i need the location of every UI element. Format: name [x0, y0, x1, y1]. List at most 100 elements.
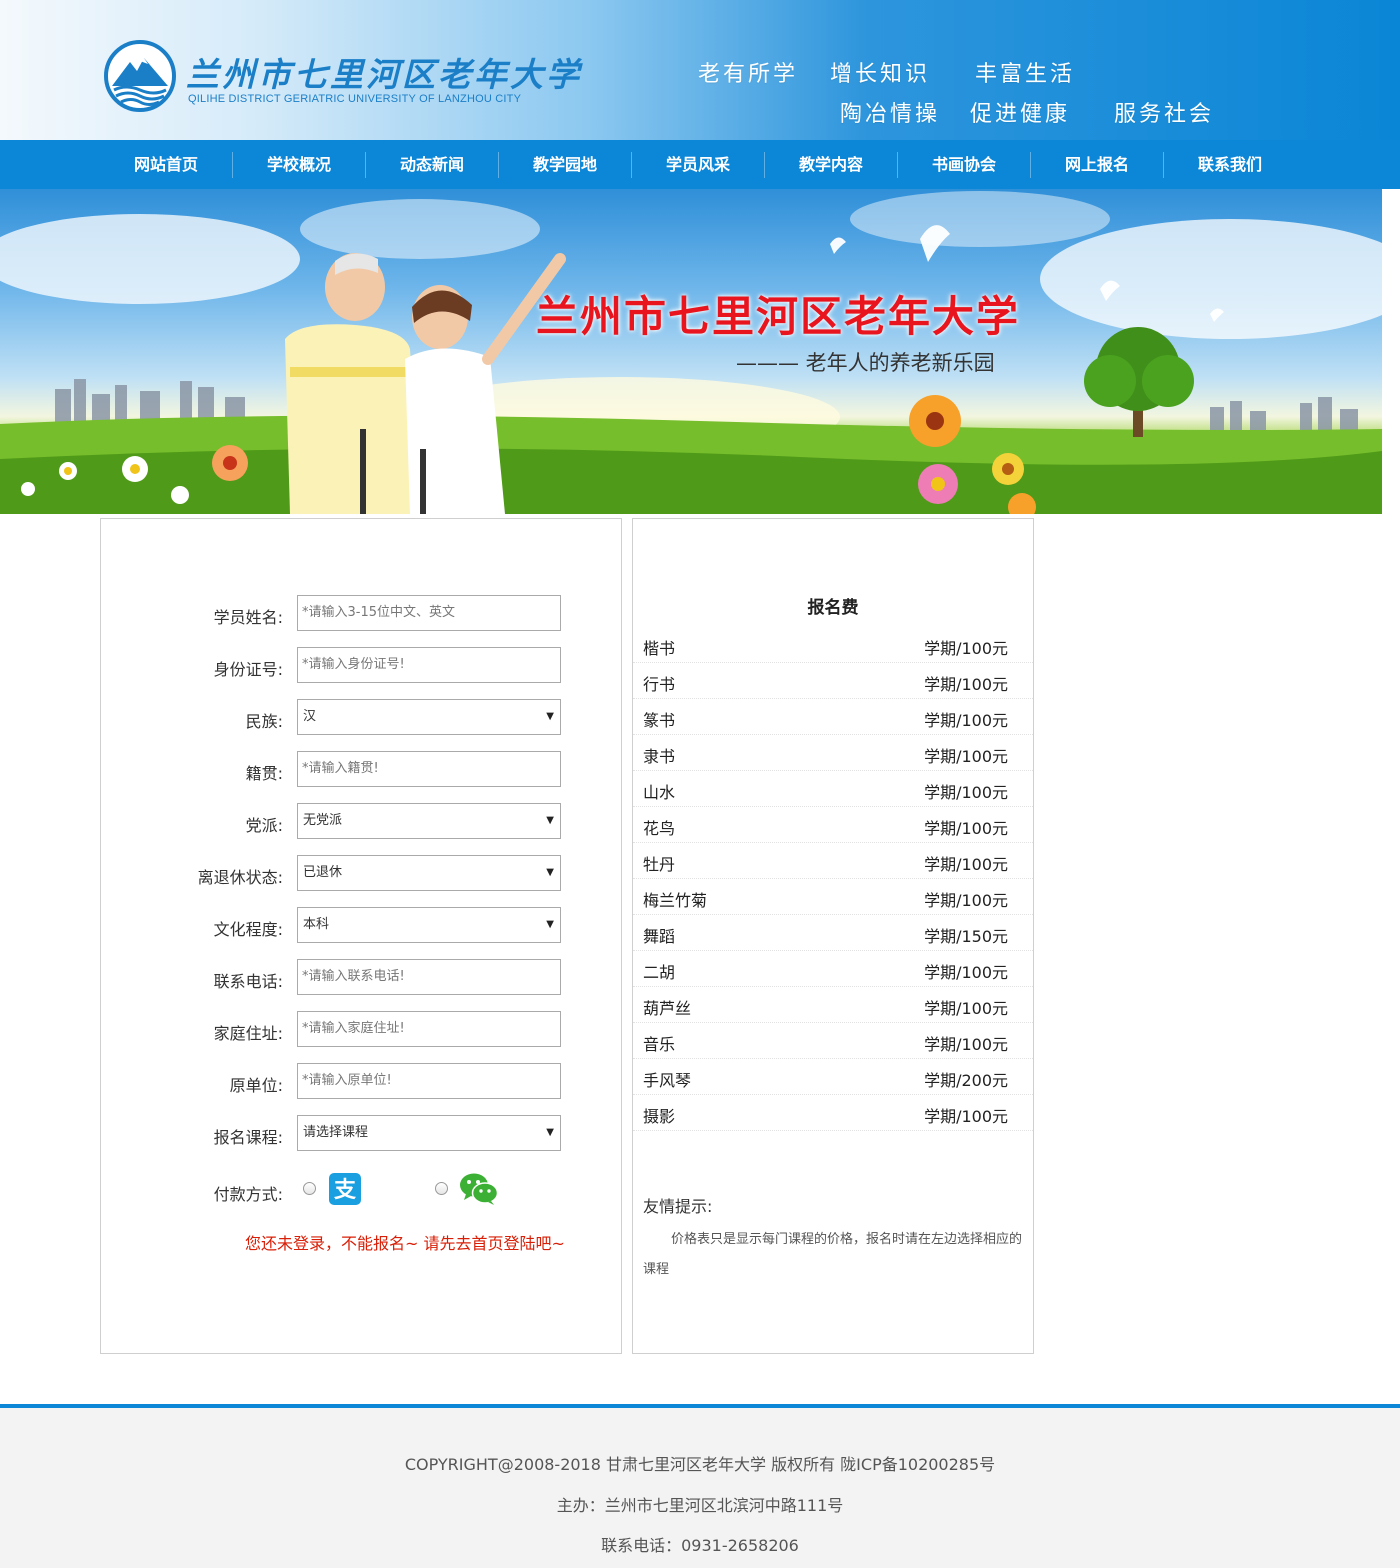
footer-phone: 联系电话：0931-2658206 [601, 1536, 799, 1555]
party-value: 无党派 [303, 813, 343, 828]
fee-row: 花鸟 学期/100元 [633, 807, 1033, 843]
nav-divider [365, 152, 366, 178]
student-name-input[interactable]: *请输入3-15位中文、英文 [297, 595, 561, 631]
native-place-label: 籍贯: [245, 764, 283, 783]
party-label: 党派: [245, 816, 283, 835]
footer-address: 主办：兰州市七里河区北滨河中路111号 [556, 1496, 844, 1515]
fee-course-name: 梅兰竹菊 [643, 891, 708, 910]
education-select[interactable]: 本科 ▼ [297, 907, 561, 943]
slogan-5: 促进健康 [970, 102, 1071, 127]
fee-row: 摄影 学期/100元 [633, 1095, 1033, 1131]
svg-text:支: 支 [334, 1178, 357, 1203]
school-emblem-icon [104, 40, 176, 112]
wechat-pay-icon[interactable] [459, 1172, 499, 1206]
nav-divider [1030, 152, 1031, 178]
fee-course-name: 二胡 [643, 963, 676, 982]
fee-row: 楷书 学期/100元 [633, 627, 1033, 663]
fee-price: 学期/100元 [924, 747, 1008, 766]
fee-course-name: 葫芦丝 [643, 999, 692, 1018]
alipay-radio[interactable] [303, 1182, 316, 1195]
slogan-1: 老有所学 [698, 62, 799, 87]
phone-label: 联系电话: [213, 972, 283, 991]
fee-title: 报名费 [807, 598, 859, 618]
fee-row: 二胡 学期/100元 [633, 951, 1033, 987]
address-input[interactable]: *请输入家庭住址! [297, 1011, 561, 1047]
fee-row: 梅兰竹菊 学期/100元 [633, 879, 1033, 915]
party-select[interactable]: 无党派 ▼ [297, 803, 561, 839]
logo-subtitle: QILIHE DISTRICT GERIATRIC UNIVERSITY OF … [188, 93, 522, 105]
ethnicity-label: 民族: [245, 712, 283, 731]
fee-price: 学期/100元 [924, 1107, 1008, 1126]
fee-course-name: 牡丹 [643, 855, 676, 874]
fee-course-name: 手风琴 [643, 1071, 692, 1090]
nav-calligraphy-assoc[interactable]: 书画协会 [904, 140, 1024, 189]
hero-banner: 兰州市七里河区老年大学 ——— 老年人的养老新乐园 [0, 189, 1382, 514]
slogan-4: 陶冶情操 [840, 102, 941, 127]
fee-price: 学期/100元 [924, 675, 1008, 694]
fee-price: 学期/100元 [924, 1035, 1008, 1054]
fee-price: 学期/200元 [924, 1071, 1008, 1090]
retirement-select[interactable]: 已退休 ▼ [297, 855, 561, 891]
nav-contact[interactable]: 联系我们 [1170, 140, 1290, 189]
fee-price: 学期/100元 [924, 855, 1008, 874]
chevron-down-icon: ▼ [546, 919, 554, 930]
fee-course-name: 隶书 [643, 747, 676, 766]
fee-course-name: 摄影 [643, 1107, 676, 1126]
fee-row: 舞蹈 学期/150元 [633, 915, 1033, 951]
nav-divider [232, 152, 233, 178]
nav-news[interactable]: 动态新闻 [372, 140, 492, 189]
login-warning: 您还未登录，不能报名~ 请先去首页登陆吧~ [245, 1234, 565, 1253]
ethnicity-select[interactable]: 汉 ▼ [297, 699, 561, 735]
fee-row: 篆书 学期/100元 [633, 699, 1033, 735]
address-label: 家庭住址: [213, 1024, 283, 1043]
fee-row: 隶书 学期/100元 [633, 735, 1033, 771]
nav-online-registration[interactable]: 网上报名 [1037, 140, 1157, 189]
education-label: 文化程度: [213, 920, 283, 939]
phone-input[interactable]: *请输入联系电话! [297, 959, 561, 995]
fee-price: 学期/100元 [924, 999, 1008, 1018]
name-label: 学员姓名: [213, 608, 283, 627]
slogan-3: 丰富生活 [975, 62, 1076, 87]
nav-divider [1163, 152, 1164, 178]
fee-table-panel: 报名费 楷书 学期/100元 行书 学期/100元 篆书 学期/100元 隶书 学期/1… [632, 518, 1034, 1354]
fee-row: 行书 学期/100元 [633, 663, 1033, 699]
nav-divider [764, 152, 765, 178]
fee-course-name: 楷书 [643, 639, 676, 658]
native-place-input[interactable]: *请输入籍贯! [297, 751, 561, 787]
id-number-input[interactable]: *请输入身份证号! [297, 647, 561, 683]
course-value: 请选择课程 [303, 1125, 369, 1140]
nav-about[interactable]: 学校概况 [239, 140, 359, 189]
slogan-2: 增长知识 [830, 62, 931, 87]
registration-form: 学员姓名: *请输入3-15位中文、英文 身份证号: *请输入身份证号! 民族:… [100, 518, 622, 1354]
nav-teaching[interactable]: 教学园地 [505, 140, 625, 189]
nav-students[interactable]: 学员风采 [638, 140, 758, 189]
nav-home[interactable]: 网站首页 [106, 140, 226, 189]
fee-price: 学期/100元 [924, 711, 1008, 730]
fee-course-name: 花鸟 [643, 819, 676, 838]
course-select[interactable]: 请选择课程 ▼ [297, 1115, 561, 1151]
nav-courses[interactable]: 教学内容 [771, 140, 891, 189]
fee-price: 学期/100元 [924, 639, 1008, 658]
fee-row: 牡丹 学期/100元 [633, 843, 1033, 879]
fee-course-name: 音乐 [643, 1035, 676, 1054]
retirement-label: 离退休状态: [197, 868, 283, 887]
id-number-label: 身份证号: [213, 660, 283, 679]
fee-course-name: 行书 [643, 675, 676, 694]
logo-title: 兰州市七里河区老年大学 [186, 55, 582, 94]
fee-price: 学期/100元 [924, 891, 1008, 910]
wechat-pay-radio[interactable] [435, 1182, 448, 1195]
main-nav: 网站首页 学校概况 动态新闻 教学园地 学员风采 教学内容 书画协会 网上报名 … [0, 140, 1400, 189]
banner-subtitle: ——— 老年人的养老新乐园 [736, 351, 995, 375]
former-employer-input[interactable]: *请输入原单位! [297, 1063, 561, 1099]
nav-divider [897, 152, 898, 178]
site-footer: COPYRIGHT@2008-2018 甘肃七里河区老年大学 版权所有 陇ICP… [0, 1404, 1400, 1568]
alipay-icon[interactable]: 支 [329, 1173, 361, 1205]
banner-title: 兰州市七里河区老年大学 [536, 292, 1021, 341]
fee-course-name: 舞蹈 [643, 927, 676, 946]
site-header: 兰州市七里河区老年大学 QILIHE DISTRICT GERIATRIC UN… [0, 0, 1400, 140]
fee-price: 学期/150元 [924, 927, 1008, 946]
ethnicity-value: 汉 [303, 709, 317, 724]
footer-copyright: COPYRIGHT@2008-2018 甘肃七里河区老年大学 版权所有 陇ICP… [404, 1455, 996, 1474]
nav-divider [631, 152, 632, 178]
chevron-down-icon: ▼ [546, 1127, 554, 1138]
